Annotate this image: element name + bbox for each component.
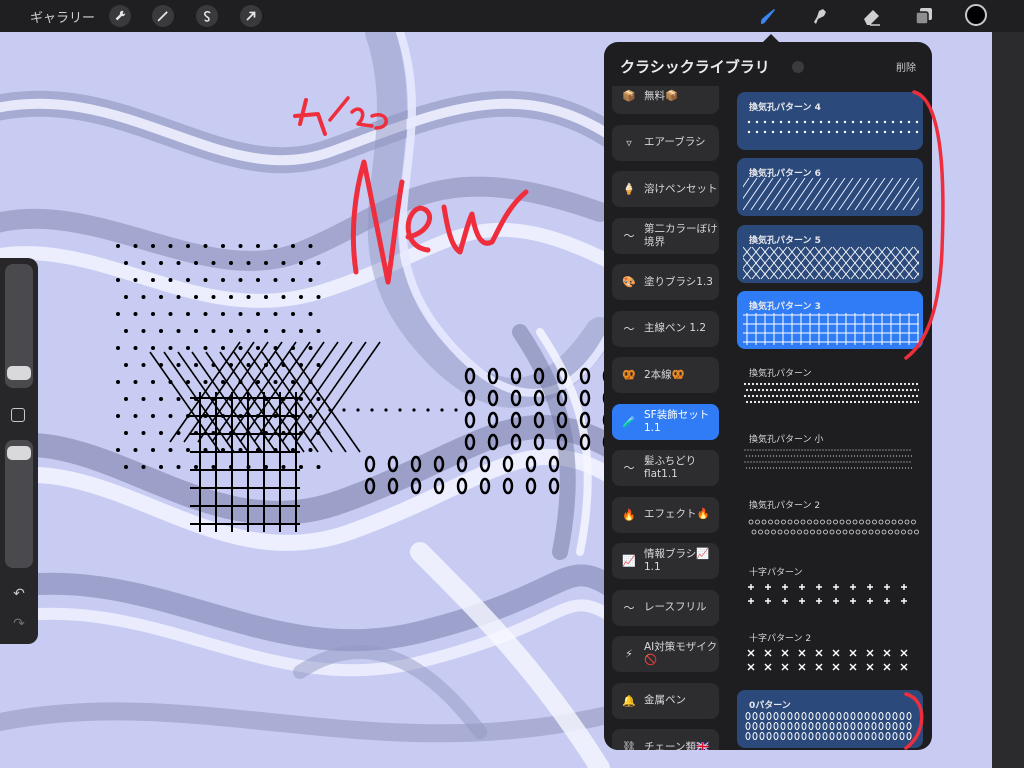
selection-icon[interactable] — [196, 5, 218, 27]
brush-set-label: AI対策モザイク🚫 — [644, 641, 718, 666]
move-arrow-icon[interactable] — [240, 5, 262, 27]
brush-item[interactable]: 0パターン — [737, 689, 923, 748]
brush-set-label: 髪ふちどりflat1.1 — [644, 455, 697, 480]
brush-stroke-preview — [743, 246, 919, 280]
brush-item[interactable]: 十字パターン 2 — [737, 623, 923, 681]
brush-set-item[interactable]: ⚡ AI対策モザイク🚫 — [612, 636, 719, 672]
brush-set-item[interactable]: 🔔 金属ペン — [612, 682, 719, 719]
brush-item[interactable]: 換気孔パターン — [737, 358, 923, 416]
brush-set-icon: ⚡ — [625, 647, 633, 661]
brush-stroke-preview — [743, 382, 919, 403]
brush-set-label: 第二カラーぼけ境界 — [644, 222, 718, 248]
brush-set-item[interactable]: 🎨 塗りブラシ1.3 — [612, 264, 719, 300]
brush-set-icon: 〜 — [623, 601, 635, 614]
brush-set-label: エフェクト🔥 — [644, 508, 710, 520]
brush-set-label: レースフリル — [644, 601, 707, 613]
layers-icon[interactable] — [912, 4, 936, 28]
brush-set-label: 金属ペン — [644, 694, 686, 706]
brush-item[interactable]: 換気孔パターン 5 — [737, 224, 923, 283]
brush-set-label: チェーン類🇬🇧 — [644, 740, 710, 751]
wrench-icon[interactable] — [109, 5, 131, 27]
opacity-slider[interactable] — [5, 440, 33, 568]
smudge-icon[interactable] — [808, 4, 832, 28]
brush-set-icon: 🎨 — [622, 275, 636, 289]
brush-item[interactable]: 換気孔パターン 3 — [737, 291, 923, 350]
library-title: クラシックライブラリ — [620, 58, 770, 76]
brush-set-icon: 🥨 — [622, 368, 636, 382]
brush-set-icon: 📈 — [622, 554, 636, 568]
brush-set-icon: 🍦 — [622, 182, 636, 196]
brush-set-icon: ▿ — [626, 136, 632, 149]
brush-set-item[interactable]: 📈 情報ブラシ📈1.1 — [612, 543, 719, 579]
delete-button[interactable]: 削除 — [896, 59, 916, 74]
brush-stroke-preview — [744, 449, 913, 469]
brush-size-slider[interactable] — [5, 264, 33, 388]
brush-set-item[interactable]: 📦 無料📦 — [612, 86, 719, 114]
brush-stroke-preview — [745, 711, 912, 740]
brush-set-icon: 〜 — [623, 461, 635, 475]
brush-set-item[interactable]: ⛓ チェーン類🇬🇧 — [612, 729, 719, 750]
brush-stroke-preview — [743, 313, 919, 346]
brush-stroke-preview — [743, 178, 919, 211]
undo-icon[interactable]: ↶ — [10, 586, 28, 602]
brush-set-label: 2本線🥨 — [644, 368, 685, 381]
brush-set-label: 無料📦 — [644, 89, 679, 102]
brush-stroke-preview — [748, 519, 919, 535]
opacity-thumb[interactable] — [7, 446, 31, 460]
brush-set-item[interactable]: 🍦 溶けペンセット — [612, 171, 719, 207]
brush-set-item[interactable]: 〜第二カラーぼけ境界 — [612, 217, 719, 254]
brush-item[interactable]: 換気孔パターン 小 — [737, 424, 923, 482]
brush-set-icon: 📦 — [622, 89, 636, 103]
brush-item[interactable]: 換気孔パターン 4 — [737, 92, 923, 150]
brush-set-item[interactable]: 🥨 2本線🥨 — [612, 357, 719, 393]
brush-set-icon: 〜 — [623, 229, 635, 242]
top-toolbar: ギャラリー — [0, 0, 1024, 32]
brush-item[interactable]: 換気孔パターン 2 — [737, 490, 923, 548]
brush-set-icon: ⛓ — [622, 740, 636, 751]
brush-set-label: 主線ペン 1.2 — [644, 322, 707, 334]
brush-set-icon: 🔔 — [622, 694, 636, 707]
brush-size-thumb[interactable] — [7, 366, 31, 380]
brush-stroke-preview — [747, 649, 908, 671]
brush-set-item[interactable]: 〜髪ふちどりflat1.1 — [612, 450, 719, 486]
brush-set-label: 塗りブラシ1.3 — [644, 275, 713, 288]
magic-wand-icon[interactable] — [152, 5, 174, 27]
canvas-edge — [992, 32, 1024, 768]
brush-set-list[interactable]: 📦 無料📦 ▿ エアーブラシ 🍦 溶けペンセット〜第二カラーぼけ境界 🎨 塗りブラシ1.3 〜主… — [612, 86, 719, 750]
gallery-button[interactable]: ギャラリー — [30, 7, 95, 26]
eyedropper-square-icon[interactable] — [11, 408, 25, 422]
brush-item[interactable]: 換気孔パターン 6 — [737, 158, 923, 217]
brush-set-label: 溶けペンセット — [644, 182, 718, 195]
color-picker-button[interactable] — [965, 4, 987, 26]
chevron-down-icon[interactable] — [792, 61, 804, 73]
eraser-icon[interactable] — [860, 4, 884, 28]
brush-set-item[interactable]: 〜レースフリル — [612, 589, 719, 626]
redo-icon[interactable]: ↷ — [10, 616, 28, 632]
brush-set-icon: 🔥 — [622, 508, 636, 521]
brush-set-item[interactable]: 🧪 SF装飾セット1.1 — [612, 403, 719, 440]
brush-stroke-preview — [747, 120, 919, 134]
brush-library-panel: クラシックライブラリ 削除 📦 無料📦 ▿ エアーブラシ 🍦 溶けペンセット〜第二カラーぼ… — [604, 42, 932, 750]
brush-list[interactable]: 換気孔パターン 4 換気孔パターン 6 換気孔パターン 5 換気孔パターン 3 換気孔パ… — [737, 92, 923, 750]
brush-set-item[interactable]: ▿ エアーブラシ — [612, 124, 719, 161]
brush-icon[interactable] — [756, 4, 780, 28]
brush-set-icon: 🧪 — [622, 415, 636, 428]
brush-set-label: エアーブラシ — [644, 136, 706, 148]
brush-item[interactable]: 十字パターン — [737, 557, 923, 615]
brush-stroke-preview — [748, 583, 907, 604]
brush-set-item[interactable]: 🔥 エフェクト🔥 — [612, 496, 719, 533]
brush-set-icon: 〜 — [623, 322, 635, 335]
brush-set-label: 情報ブラシ📈1.1 — [644, 548, 710, 573]
brush-set-item[interactable]: 〜主線ペン 1.2 — [612, 310, 719, 347]
brush-set-label: SF装飾セット1.1 — [644, 408, 710, 434]
left-sidebar: ↶ ↷ — [0, 258, 38, 644]
